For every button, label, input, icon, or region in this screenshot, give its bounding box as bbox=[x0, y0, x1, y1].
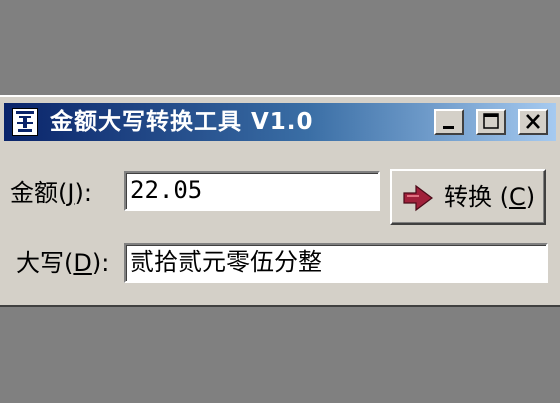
app-icon[interactable] bbox=[12, 108, 38, 136]
maximize-button[interactable] bbox=[476, 109, 506, 135]
title-bar[interactable]: 金额大写转换工具 V1.0 bbox=[4, 103, 556, 141]
amount-mnemonic: J bbox=[67, 179, 75, 207]
convert-button[interactable]: 转换 (C) bbox=[390, 169, 546, 225]
minimize-button[interactable] bbox=[434, 109, 464, 135]
uppercase-label: 大写(D): bbox=[16, 249, 110, 277]
main-window: 金额大写转换工具 V1.0 金额(J): 22.05 转换 (C) 大写(D):… bbox=[0, 95, 560, 307]
amount-input[interactable]: 22.05 bbox=[124, 171, 380, 211]
uppercase-mnemonic: D bbox=[73, 249, 92, 277]
right-arrow-icon bbox=[403, 184, 433, 212]
window-title: 金额大写转换工具 V1.0 bbox=[50, 109, 314, 135]
close-icon bbox=[526, 114, 540, 129]
uppercase-output[interactable]: 贰拾贰元零伍分整 bbox=[124, 243, 548, 283]
amount-label: 金额(J): bbox=[10, 179, 92, 207]
amount-value: 22.05 bbox=[130, 176, 203, 204]
convert-button-label: 转换 (C) bbox=[444, 183, 536, 211]
maximize-icon bbox=[483, 113, 499, 129]
close-button[interactable] bbox=[518, 109, 548, 135]
uppercase-value: 贰拾贰元零伍分整 bbox=[130, 248, 322, 276]
minimize-icon bbox=[443, 126, 454, 129]
